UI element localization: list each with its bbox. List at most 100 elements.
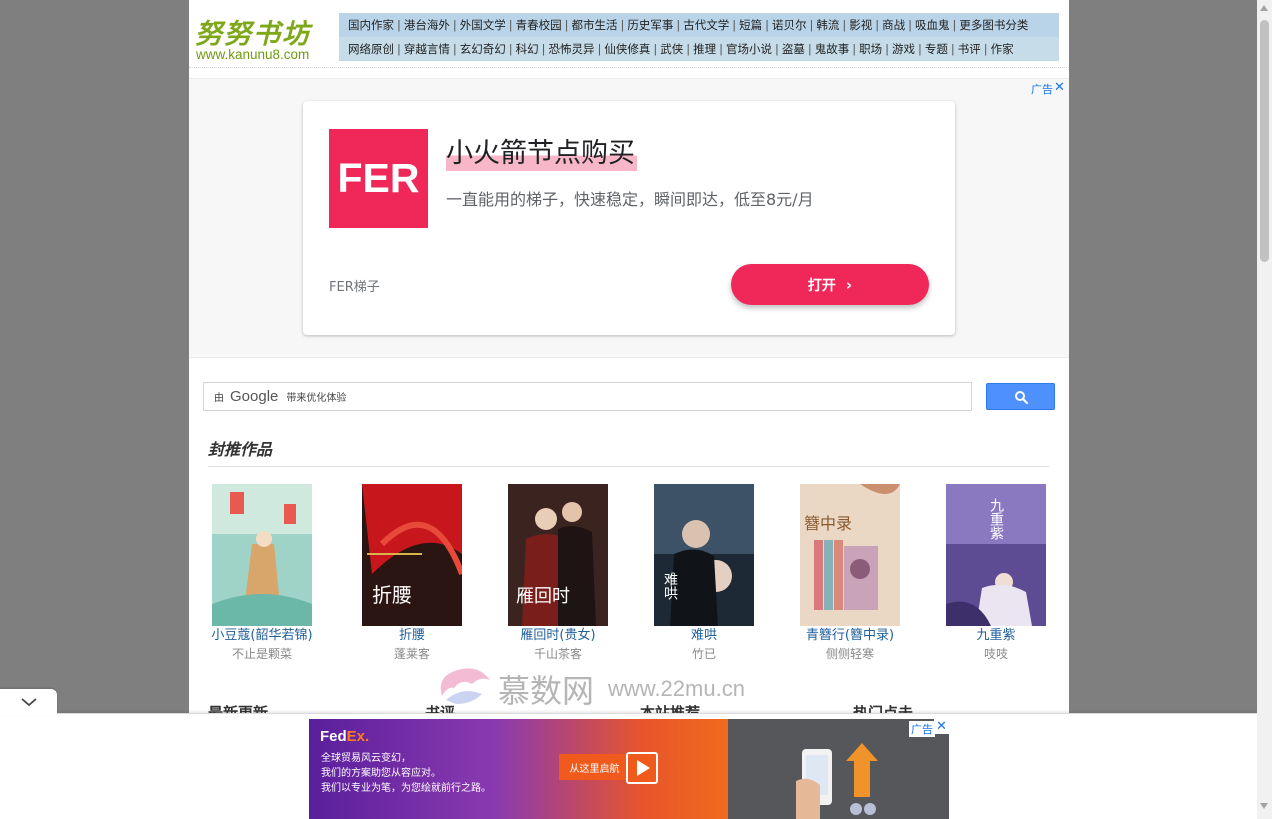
ad-title[interactable]: 小火箭节点购买 (446, 137, 637, 171)
book-cover[interactable]: 簪中录 (800, 484, 900, 626)
nav-separator: | (397, 17, 401, 32)
fedex-logo-fed: Fed (320, 728, 347, 745)
nav-link[interactable]: 作家 (991, 41, 1014, 57)
search-icon (1015, 391, 1029, 405)
featured-title: 封推作品 (208, 440, 273, 459)
scroll-down-icon[interactable] (1260, 803, 1268, 809)
nav-link[interactable]: 商战 (882, 17, 905, 33)
nav-link[interactable]: 历史军事 (627, 17, 673, 33)
book-title[interactable]: 折腰 (339, 627, 485, 645)
nav-separator: | (676, 17, 681, 32)
nav-separator: | (918, 41, 922, 56)
nav-link[interactable]: 官场小说 (726, 41, 772, 57)
chevron-down-icon (20, 698, 37, 707)
cover-title: 折腰 (372, 583, 412, 607)
logo-text: 努努书坊 (195, 19, 311, 50)
book-cover[interactable] (212, 484, 312, 626)
nav-link[interactable]: 鬼故事 (815, 41, 850, 57)
nav-link[interactable]: 国内作家 (348, 17, 394, 33)
book-cover[interactable]: 雁回时 (508, 484, 608, 626)
nav-link[interactable]: 科幻 (516, 41, 539, 57)
site-header: 努努书坊 www.kanunu8.com 国内作家 | 港台海外 | 外国文学 | 青春校园… (189, 8, 1069, 68)
ad-description: 一直能用的梯子，快速稳定，瞬间即达，低至8元/月 (446, 190, 814, 209)
nav-separator: | (875, 17, 880, 32)
ad-close-icon[interactable]: ✕ (934, 719, 949, 734)
nav-link[interactable]: 吸血鬼 (915, 17, 950, 33)
play-icon[interactable] (626, 752, 658, 784)
nav-link[interactable]: 穿越言情 (404, 41, 450, 57)
search-input[interactable]: 由 Google 带来优化体验 (203, 382, 972, 411)
nav-link[interactable]: 职场 (859, 41, 882, 57)
book-title[interactable]: 难哄 (631, 627, 777, 645)
fedex-ad[interactable]: FedEx. 全球贸易风云变幻， 我们的方案助您从容应对。 我们以专业为笔，为您… (309, 719, 949, 819)
book-title[interactable]: 小豆蔻(韶华若锦) (189, 627, 335, 645)
nav-separator: | (508, 41, 513, 56)
nav-link[interactable]: 恐怖灵异 (549, 41, 595, 57)
nav-separator: | (597, 41, 602, 56)
nav-link[interactable]: 网络原创 (348, 41, 394, 57)
book-title[interactable]: 九重紫 (923, 627, 1069, 645)
fedex-ad-panel: FedEx. 全球贸易风云变幻， 我们的方案助您从容应对。 我们以专业为笔，为您… (309, 719, 728, 819)
site-logo[interactable]: 努努书坊 www.kanunu8.com (193, 12, 333, 64)
nav-separator: | (765, 17, 769, 32)
nav-separator: | (983, 41, 988, 56)
fedex-cta-button[interactable]: 从这里启航 (559, 754, 630, 780)
nav-link[interactable]: 武侠 (660, 41, 683, 57)
nav-separator: | (719, 41, 723, 56)
nav-link[interactable]: 短篇 (739, 17, 762, 33)
nav-separator: | (452, 41, 457, 56)
fedex-logo: FedEx. (320, 728, 369, 745)
nav-separator: | (885, 41, 889, 56)
nav-link[interactable]: 诺贝尔 (772, 17, 807, 33)
nav-separator: | (852, 41, 857, 56)
nav-link[interactable]: 盗墓 (782, 41, 805, 57)
ad-open-button[interactable]: 打开 › (731, 264, 929, 305)
ad-close-icon[interactable]: ✕ (1054, 80, 1065, 95)
book-item[interactable]: 折腰 折腰 蓬莱客 (339, 484, 485, 663)
nav-link[interactable]: 青春校园 (516, 17, 562, 33)
nav-link[interactable]: 更多图书分类 (959, 17, 1028, 33)
nav-link[interactable]: 韩流 (816, 17, 839, 33)
book-author[interactable]: 吱吱 (923, 645, 1069, 663)
nav-link[interactable]: 专题 (925, 41, 948, 57)
cover-title: 难哄 (662, 572, 678, 600)
ad-card[interactable]: FER 小火箭节点购买 一直能用的梯子，快速稳定，瞬间即达，低至8元/月 FER… (303, 101, 955, 335)
nav-separator: | (397, 41, 401, 56)
search-button[interactable] (986, 383, 1055, 410)
book-item[interactable]: 雁回时 雁回时(贵女) 千山茶客 (485, 484, 631, 663)
nav-link[interactable]: 影视 (849, 17, 872, 33)
nav-link[interactable]: 仙侠修真 (604, 41, 650, 57)
section-divider (208, 466, 1049, 467)
book-cover[interactable]: 折腰 (362, 484, 462, 626)
book-cover[interactable]: 九重紫 (946, 484, 1046, 626)
nav-link[interactable]: 书评 (958, 41, 981, 57)
scroll-thumb[interactable] (1260, 20, 1269, 262)
book-item[interactable]: 九重紫 九重紫 吱吱 (923, 484, 1069, 663)
book-item[interactable]: 难哄 难哄 竹已 (631, 484, 777, 663)
scroll-up-icon[interactable] (1260, 5, 1268, 11)
scrollbar[interactable] (1257, 0, 1272, 819)
nav-link[interactable]: 游戏 (892, 41, 915, 57)
nav-link[interactable]: 古代文学 (683, 17, 729, 33)
fedex-line: 我们的方案助您从容应对。 (321, 768, 441, 779)
logo-url: www.kanunu8.com (196, 47, 310, 62)
nav-link[interactable]: 外国文学 (460, 17, 506, 33)
collapse-ad-button[interactable] (0, 689, 57, 715)
nav-separator: | (952, 17, 957, 32)
watermark-logo-icon (440, 668, 490, 704)
nav-link[interactable]: 都市生活 (572, 17, 618, 33)
nav-row-2: 网络原创 | 穿越言情 | 玄幻奇幻 | 科幻 | 恐怖灵异 | 仙侠修真 | 武侠 | 推理 | 官场小说 | 盗… (339, 37, 1059, 60)
nav-link[interactable]: 港台海外 (404, 17, 450, 33)
book-cover[interactable]: 难哄 (654, 484, 754, 626)
nav-link[interactable]: 推理 (693, 41, 716, 57)
book-title[interactable]: 青簪行(簪中录) (777, 627, 923, 645)
book-author[interactable]: 不止是颗菜 (189, 645, 335, 663)
book-item[interactable]: 小豆蔻(韶华若锦) 不止是颗菜 (189, 484, 335, 663)
book-item[interactable]: 簪中录 青簪行(簪中录) 侧侧轻寒 (777, 484, 923, 663)
top-ad: 广告 ✕ FER 小火箭节点购买 一直能用的梯子，快速稳定，瞬间即达，低至8元/… (189, 78, 1069, 358)
ad-label: 广告 (1031, 83, 1053, 96)
book-title[interactable]: 雁回时(贵女) (485, 627, 631, 645)
nav-link[interactable]: 玄幻奇幻 (460, 41, 506, 57)
book-author[interactable]: 侧侧轻寒 (777, 645, 923, 663)
nav-separator: | (653, 41, 658, 56)
